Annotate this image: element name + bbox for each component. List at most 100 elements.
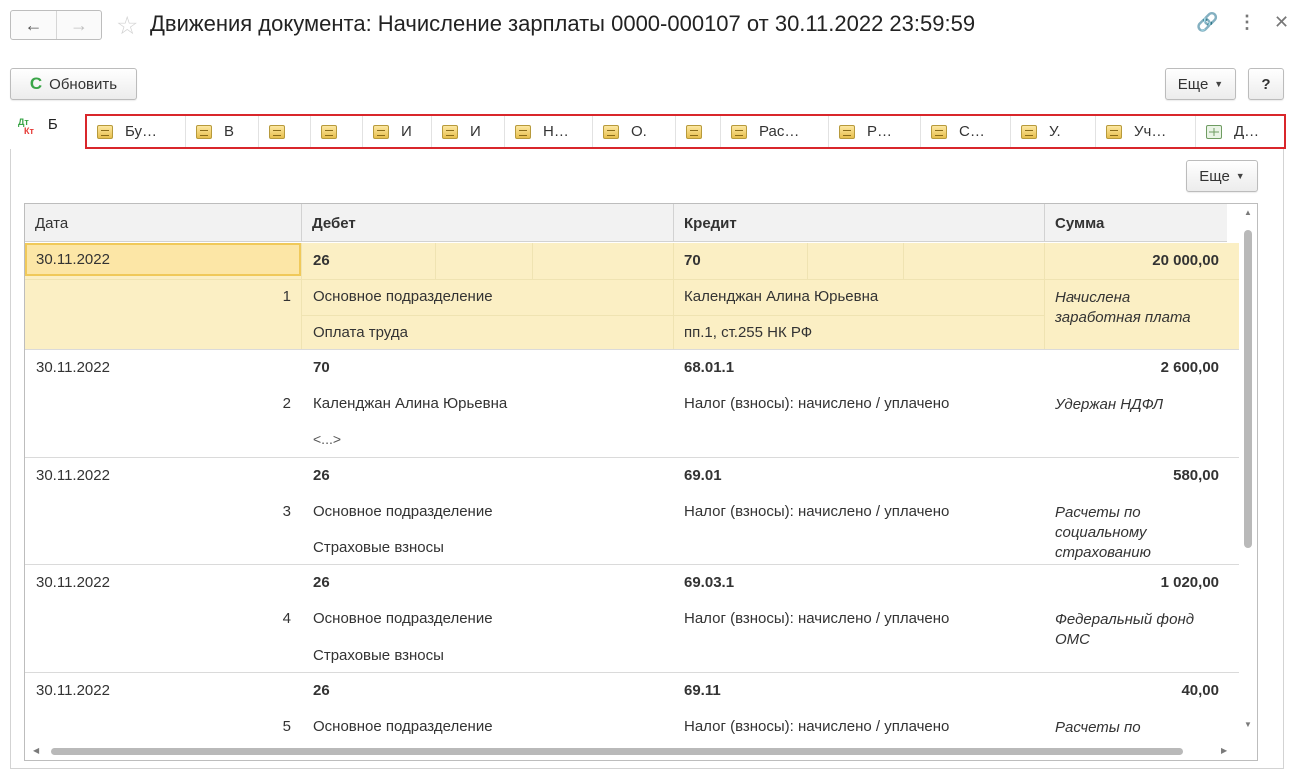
back-arrow-icon: ← (24, 14, 43, 35)
debit-subconto-2: Страховые взносы (313, 647, 444, 664)
debit-account: 26 (313, 682, 330, 699)
credit-subconto-2: пп.1, ст.255 НК РФ (684, 324, 813, 341)
forward-arrow-icon: → (70, 14, 88, 35)
tab-register-2[interactable]: В (186, 116, 259, 147)
debit-account: 26 (313, 252, 330, 269)
sum-value: 20 000,00 (1152, 252, 1219, 269)
tab-register-7[interactable]: Н… (505, 116, 593, 147)
debit-subconto-1: Основное подразделение (313, 718, 493, 735)
tab-register-1[interactable]: Бу… (87, 116, 186, 147)
table-more-button[interactable]: Еще ▼ (1186, 160, 1258, 192)
close-icon[interactable]: ✕ (1274, 12, 1289, 33)
sum-value: 40,00 (1181, 682, 1219, 699)
scroll-left-icon[interactable]: ◀ (33, 746, 39, 755)
debit-subconto-2: Страховые взносы (313, 539, 444, 556)
navigation-buttons: ← → (10, 10, 102, 40)
back-button[interactable]: ← (11, 11, 56, 39)
sum-value: 1 020,00 (1160, 574, 1219, 591)
entries-table[interactable]: Дата Дебет Кредит Сумма 30.11.2022 1 26 … (24, 203, 1258, 761)
more-button[interactable]: Еще ▼ (1165, 68, 1236, 100)
row-date: 30.11.2022 (36, 682, 110, 699)
debit-subconto-1: Основное подразделение (313, 288, 493, 305)
horizontal-scroll-thumb[interactable] (51, 748, 1183, 755)
register-icon (731, 124, 747, 139)
tab-register-13[interactable]: У. (1011, 116, 1096, 147)
credit-subconto-1: Налог (взносы): начислено / уплачено (684, 718, 950, 735)
tab-register-6[interactable]: И (432, 116, 505, 147)
tab-register-15[interactable]: Д… (1196, 116, 1284, 147)
tab-register-4[interactable] (311, 116, 363, 147)
tab-register-11[interactable]: Р… (829, 116, 921, 147)
table-header: Дата Дебет Кредит Сумма (25, 204, 1227, 242)
refresh-button[interactable]: C Обновить (10, 68, 137, 100)
vertical-scroll-thumb[interactable] (1244, 230, 1252, 548)
credit-account: 69.11 (684, 682, 721, 699)
column-header-date[interactable]: Дата (25, 204, 302, 242)
debit-subconto-2: Оплата труда (313, 324, 408, 341)
refresh-icon: C (29, 74, 43, 93)
credit-account: 70 (684, 252, 701, 269)
row-number: 3 (282, 503, 291, 520)
credit-account: 69.01 (684, 467, 722, 484)
register-tabs: Бу… В И И Н… О. Рас… Р… С… У. Уч… Д… (85, 114, 1286, 149)
favorite-star-icon[interactable]: ☆ (116, 11, 138, 41)
scroll-down-icon[interactable]: ▼ (1244, 720, 1252, 729)
register-icon (839, 124, 855, 139)
tab-accounting-entries[interactable]: Дт Кт Б (18, 116, 58, 136)
register-icon (931, 124, 947, 139)
entry-content: Начислена заработная плата (1055, 289, 1191, 326)
debit-subconto-1: Календжан Алина Юрьевна (313, 395, 508, 412)
vertical-scrollbar[interactable]: ▲ ▼ (1239, 204, 1257, 744)
tab-register-5[interactable]: И (363, 116, 432, 147)
link-icon[interactable]: 🔗 (1196, 12, 1218, 33)
row-date: 30.11.2022 (36, 359, 110, 376)
forward-button[interactable]: → (56, 11, 101, 39)
debit-subconto-2: <...> (313, 431, 342, 447)
tab-register-10[interactable]: Рас… (721, 116, 829, 147)
refresh-button-label: Обновить (49, 75, 118, 93)
entry-content: Федеральный фонд ОМС (1055, 611, 1194, 648)
table-row[interactable]: 30.11.2022 2 70 Календжан Алина Юрьевна … (25, 350, 1239, 458)
table-row[interactable]: 30.11.2022 1 26 Основное подразделение О… (25, 243, 1239, 350)
register-icon (686, 124, 702, 139)
credit-subconto-1: Налог (взносы): начислено / уплачено (684, 395, 950, 412)
more-button-label: Еще (1177, 75, 1209, 93)
window-title: Движения документа: Начисление зарплаты … (150, 11, 976, 36)
register-icon (1021, 124, 1037, 139)
entry-content: Удержан НДФЛ (1055, 396, 1164, 413)
row-number: 4 (282, 610, 291, 627)
tab-register-14[interactable]: Уч… (1096, 116, 1196, 147)
help-button[interactable]: ? (1248, 68, 1284, 100)
scroll-up-icon[interactable]: ▲ (1244, 208, 1252, 217)
more-vertical-icon[interactable]: ⋮ (1238, 12, 1256, 33)
table-icon (1206, 124, 1222, 139)
row-date-cell[interactable]: 30.11.2022 (25, 243, 301, 276)
row-number: 5 (282, 718, 291, 735)
debit-subconto-1: Основное подразделение (313, 503, 493, 520)
register-icon (373, 124, 389, 139)
column-header-sum[interactable]: Сумма (1045, 204, 1227, 242)
entry-content: Расчеты по социальному страхованию (1055, 504, 1151, 561)
tab-register-8[interactable]: О. (593, 116, 676, 147)
tab-register-3[interactable] (259, 116, 311, 147)
credit-subconto-1: Налог (взносы): начислено / уплачено (684, 610, 950, 627)
help-button-label: ? (1261, 75, 1271, 93)
tab-register-12[interactable]: С… (921, 116, 1011, 147)
credit-account: 69.03.1 (684, 574, 735, 591)
register-icon (603, 124, 619, 139)
register-icon (269, 124, 285, 139)
debit-account: 26 (313, 574, 330, 591)
table-row[interactable]: 30.11.2022 4 26 Основное подразделение С… (25, 565, 1239, 673)
table-row[interactable]: 30.11.2022 3 26 Основное подразделение С… (25, 458, 1239, 565)
row-number: 2 (282, 395, 291, 412)
debit-subconto-1: Основное подразделение (313, 610, 493, 627)
tab-label: Б (47, 116, 58, 133)
credit-subconto-1: Календжан Алина Юрьевна (684, 288, 879, 305)
register-icon (196, 124, 212, 139)
register-icon (97, 124, 113, 139)
column-header-debit[interactable]: Дебет (302, 204, 674, 242)
tab-register-9[interactable] (676, 116, 721, 147)
column-header-credit[interactable]: Кредит (674, 204, 1045, 242)
horizontal-scrollbar[interactable]: ◀ ▶ (25, 742, 1239, 760)
scroll-right-icon[interactable]: ▶ (1221, 746, 1227, 755)
